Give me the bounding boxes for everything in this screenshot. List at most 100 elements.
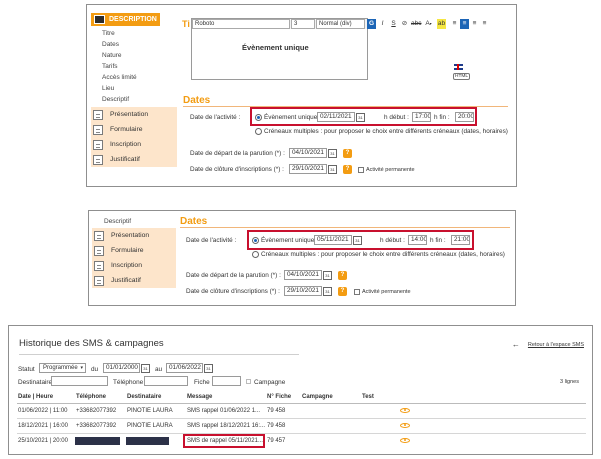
help-icon[interactable]: ? [338,287,347,296]
closing-date-input[interactable]: 29/10/2021 [289,164,327,174]
permanent-activity-label: Activité permanente [362,289,411,295]
row-date: 18/12/2021 | 16:00 [18,423,68,429]
bold-button[interactable]: G [367,19,376,29]
page-icon [93,110,103,120]
calendar-icon[interactable]: 31 [328,149,337,158]
strikethrough-button[interactable]: abc [411,19,421,29]
sidebar-item-description[interactable]: DESCRIPTION [91,13,160,26]
col-date[interactable]: Date | Heure [18,394,53,400]
recipient-filter-input[interactable] [51,376,108,386]
col-campaign[interactable]: Campagne [302,394,333,400]
col-message[interactable]: Message [187,394,212,400]
closing-date-input[interactable]: 29/10/2021 [284,286,322,296]
sidebar-item-formulaire[interactable]: Formulaire [91,123,177,137]
publication-date-input[interactable]: 04/10/2021 [289,148,327,158]
sidebar-sub-lieu[interactable]: Lieu [102,85,114,92]
view-eye-icon[interactable] [400,438,410,443]
highlight-box [250,107,477,126]
row-file-number: 79 458 [267,423,286,429]
activity-date-label: Date de l'activité : [190,114,241,121]
col-recipient[interactable]: Destinataire [127,394,161,400]
style-select[interactable]: Normal (div) [316,19,365,29]
sidebar: DESCRIPTION Titre Dates Nature Tarifs Ac… [87,5,180,186]
underline-button[interactable]: S [389,19,398,29]
status-filter-select[interactable]: Programmée ▾ [39,363,86,373]
clear-format-button[interactable]: ⊘ [400,19,409,29]
phone-filter-input[interactable] [144,376,188,386]
view-eye-icon[interactable] [400,408,410,413]
partial-section-title: Ti [182,19,190,29]
sidebar-item-presentation[interactable]: Présentation [91,108,177,122]
view-eye-icon[interactable] [400,423,410,428]
sidebar-header-label: DESCRIPTION [109,16,157,23]
align-right-icon[interactable]: ≡ [470,19,479,29]
font-color-button[interactable]: A▾ [424,19,433,29]
file-filter-input[interactable] [212,376,241,386]
col-phone[interactable]: Téléphone [76,394,106,400]
sidebar-sub-descriptif[interactable]: Descriptif [102,96,129,103]
page-title: Historique des SMS & campagnes [19,338,164,349]
sidebar-sub-descriptif[interactable]: Descriptif [104,218,131,225]
multi-slot-radio[interactable] [252,251,259,258]
sidebar-item-presentation[interactable]: Présentation [92,229,176,243]
calendar-icon[interactable]: 31 [204,364,213,373]
align-center-icon[interactable]: ≡ [460,19,469,29]
activity-editor-panel: DESCRIPTION Titre Dates Nature Tarifs Ac… [86,4,517,187]
back-link[interactable]: ← Retour à l'espace SMS [512,339,584,349]
sidebar-sub-dates[interactable]: Dates [102,41,119,48]
from-date-input[interactable]: 01/01/2000 [103,363,140,373]
calendar-icon[interactable]: 31 [323,271,332,280]
html-toggle-button[interactable]: HTML [453,73,471,80]
highlight-button[interactable]: ab [437,19,446,29]
dates-section-title: Dates [180,216,208,227]
row-file-number: 79 458 [267,408,286,414]
col-test[interactable]: Test [362,394,374,400]
calendar-icon[interactable]: 31 [141,364,150,373]
align-left-icon[interactable]: ≡ [450,19,459,29]
row-recipient: PINOTIE LAURA [127,408,173,414]
main-content: Dates Date de l'activité : Évènement uni… [178,211,515,305]
sidebar-item-justificatif[interactable]: Justificatif [92,274,176,288]
campaign-checkbox[interactable] [246,379,251,384]
row-divider [17,418,586,419]
permanent-activity-checkbox[interactable] [358,167,364,173]
sidebar-item-formulaire[interactable]: Formulaire [92,244,176,258]
sidebar-sub-acces[interactable]: Accès limité [102,74,137,81]
col-file-number[interactable]: N° Fiche [267,394,291,400]
activity-dates-panel: Descriptif Présentation Formulaire Inscr… [88,210,516,306]
document-icon [93,155,103,165]
sidebar-item-justificatif[interactable]: Justificatif [91,153,177,167]
row-phone: +33682077392 [76,408,117,414]
main-content: Ti Évènement unique Roboto 3 Normal (div… [180,5,516,186]
sidebar: Descriptif Présentation Formulaire Inscr… [89,211,178,305]
sidebar-sub-titre[interactable]: Titre [102,30,115,37]
sms-history-panel: Historique des SMS & campagnes ← Retour à… [8,325,593,455]
multi-slot-radio[interactable] [255,128,262,135]
justify-icon[interactable]: ≡ [480,19,489,29]
sidebar-sub-nature[interactable]: Nature [102,52,122,59]
row-message: SMS rappel 18/12/2021 16:... [187,423,266,429]
phone-filter-label: Téléphone [113,379,144,386]
size-select[interactable]: 3 [291,19,315,29]
highlight-box [247,230,474,250]
calendar-icon[interactable]: 31 [323,287,332,296]
english-flag-icon[interactable] [454,64,463,70]
section-divider [180,227,510,228]
document-icon [94,276,104,286]
permanent-activity-checkbox[interactable] [354,289,360,295]
font-select[interactable]: Roboto [192,19,290,29]
from-date-label: du [91,366,99,373]
dates-section-title: Dates [183,95,211,106]
calendar-icon[interactable]: 31 [328,165,337,174]
help-icon[interactable]: ? [343,149,352,158]
sidebar-item-inscription[interactable]: Inscription [92,259,176,273]
editor-text-area[interactable]: Évènement unique [192,30,367,79]
sidebar-sub-tarifs[interactable]: Tarifs [102,63,118,70]
sidebar-item-inscription[interactable]: Inscription [91,138,177,152]
help-icon[interactable]: ? [343,165,352,174]
help-icon[interactable]: ? [338,271,347,280]
page-icon [94,231,104,241]
publication-date-input[interactable]: 04/10/2021 [284,270,322,280]
italic-button[interactable]: I [378,19,387,29]
to-date-input[interactable]: 01/06/2022 [166,363,203,373]
